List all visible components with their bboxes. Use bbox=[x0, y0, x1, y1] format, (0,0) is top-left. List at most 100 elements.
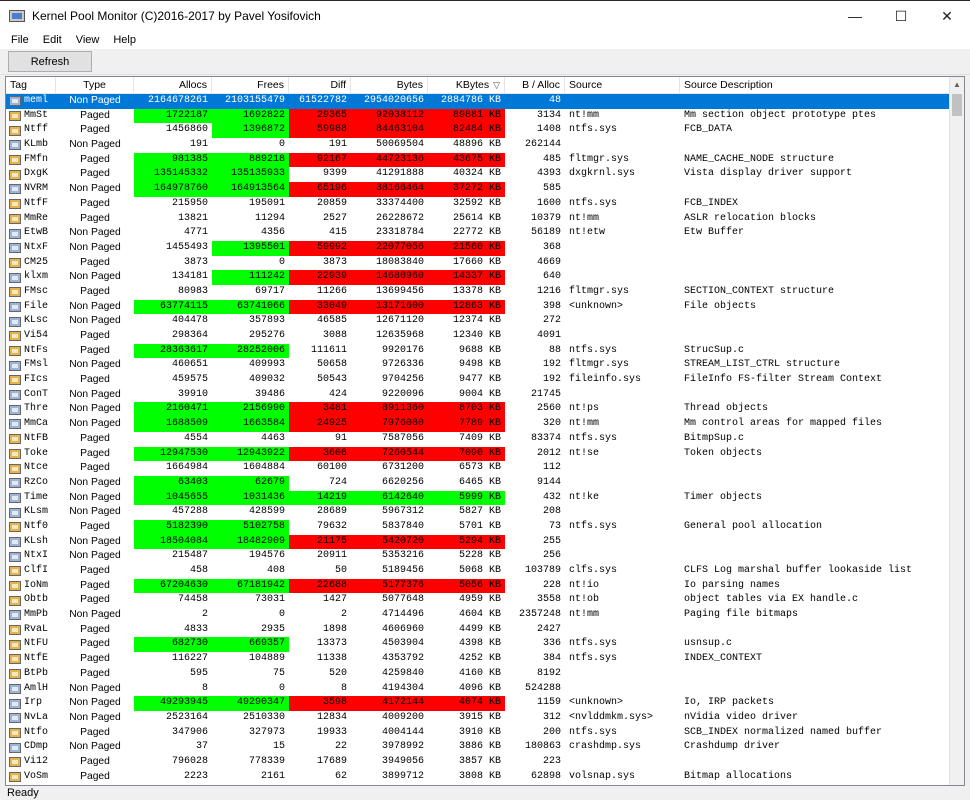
table-row[interactable]: Ntce Paged 1664984 1604884 60100 6731200 6573 … bbox=[6, 461, 950, 476]
diff-cell: 14219 bbox=[289, 490, 351, 506]
column-header-source[interactable]: Source bbox=[565, 77, 680, 94]
menu-file[interactable]: File bbox=[4, 34, 36, 46]
frees-cell: 18482909 bbox=[212, 534, 289, 550]
table-row[interactable]: meml Non Paged 2164678261 2103155479 6152278… bbox=[6, 94, 950, 109]
menu-view[interactable]: View bbox=[69, 34, 107, 46]
allocs-cell: 682730 bbox=[134, 637, 212, 653]
table-row[interactable]: Ntff Paged 1456860 1396872 59988 84463104 8248… bbox=[6, 123, 950, 139]
vertical-scrollbar[interactable]: ▲ bbox=[949, 77, 964, 785]
diff-cell: 415 bbox=[328, 227, 347, 239]
table-row[interactable]: FMsl Non Paged 460651 409993 50658 9726336 949… bbox=[6, 358, 950, 373]
table-row[interactable]: NtfF Paged 215950 195091 20859 33374400 32592 … bbox=[6, 197, 950, 212]
allocs-cell: 2523164 bbox=[165, 711, 208, 723]
scroll-thumb[interactable] bbox=[952, 94, 962, 116]
table-row[interactable]: Vi54 Paged 298364 295276 3088 12635968 12340 K… bbox=[6, 329, 950, 344]
tag-cell: NtfE bbox=[6, 652, 56, 667]
table-row[interactable]: IoNm Paged 67204630 67181942 22688 5177376 505… bbox=[6, 578, 950, 594]
table-row[interactable]: NVRM Non Paged 164978760 164913564 65196 3816… bbox=[6, 182, 950, 197]
table-row[interactable]: KLmb Non Paged 191 0 191 50069504 48896 KB 2621… bbox=[6, 138, 950, 153]
allocs-cell: 215950 bbox=[171, 197, 208, 209]
menu-edit[interactable]: Edit bbox=[36, 34, 69, 46]
table-row[interactable]: CM25 Paged 3873 0 3873 18083840 17660 KB 4669 bbox=[6, 256, 950, 271]
source-description-cell bbox=[680, 256, 950, 271]
column-header-bytes[interactable]: Bytes bbox=[351, 77, 428, 94]
kbytes-cell: 89881 KB bbox=[428, 108, 505, 124]
source-description-cell: object tables via EX handle.c bbox=[684, 594, 859, 606]
pool-tag-grid[interactable]: Tag Type Allocs Frees Diff Bytes KBytes ▽… bbox=[5, 76, 965, 786]
table-row[interactable]: DxgK Paged 135145332 135135933 9399 41291888 4… bbox=[6, 167, 950, 183]
pool-tag-icon bbox=[9, 272, 21, 283]
table-row[interactable]: VoSm Paged 2223 2161 62 3899712 3808 KB 62898 vo… bbox=[6, 770, 950, 785]
table-row[interactable]: BtPb Paged 595 75 520 4259840 4160 KB 8192 bbox=[6, 667, 950, 682]
scroll-up-arrow-icon[interactable]: ▲ bbox=[950, 77, 964, 92]
table-row[interactable]: Obtb Paged 74458 73031 1427 5077648 4959 KB 355… bbox=[6, 593, 950, 608]
table-row[interactable]: FMfn Paged 981385 889218 92167 44723136 43675 … bbox=[6, 152, 950, 168]
table-row[interactable]: NtxF Non Paged 1455493 1395501 59992 22077056… bbox=[6, 240, 950, 256]
table-row[interactable]: AmlH Non Paged 8 0 8 4194304 4096 KB 524288 bbox=[6, 682, 950, 697]
table-row[interactable]: MmPb Non Paged 2 0 2 4714496 4604 KB 2357248 nt!… bbox=[6, 608, 950, 623]
type-cell: Non Paged bbox=[69, 315, 121, 327]
diff-cell: 22 bbox=[334, 741, 347, 753]
table-row[interactable]: FIcs Paged 459575 409032 50543 9704256 9477 KB… bbox=[6, 373, 950, 388]
column-header-allocs[interactable]: Allocs bbox=[134, 77, 212, 94]
pool-tag-icon bbox=[9, 610, 21, 621]
table-row[interactable]: Ntfo Paged 347906 327973 19933 4004144 3910 KB… bbox=[6, 726, 950, 741]
menu-help[interactable]: Help bbox=[106, 34, 143, 46]
table-row[interactable]: NtFU Paged 682730 669357 13373 4503904 4398 KB… bbox=[6, 637, 950, 653]
title-bar[interactable]: Kernel Pool Monitor (C)2016-2017 by Pave… bbox=[0, 1, 970, 31]
column-header-diff[interactable]: Diff bbox=[289, 77, 351, 94]
table-row[interactable]: klxm Non Paged 134181 111242 22939 14680960 14… bbox=[6, 270, 950, 285]
frees-cell: 2935 bbox=[260, 623, 285, 635]
column-header-source-description[interactable]: Source Description bbox=[680, 77, 950, 94]
tag-text: MmCa bbox=[24, 418, 49, 430]
source-description-cell bbox=[680, 755, 950, 770]
table-row[interactable]: ClfI Paged 458 408 50 5189456 5068 KB 103789 clf… bbox=[6, 564, 950, 579]
source-description-cell bbox=[680, 623, 950, 638]
type-cell: Paged bbox=[80, 755, 110, 767]
table-row[interactable]: RvaL Paged 4833 2935 1898 4606960 4499 KB 2427 bbox=[6, 623, 950, 638]
tag-text: FMsc bbox=[24, 285, 49, 297]
source-cell: <nvlddmkm.sys> bbox=[569, 711, 654, 723]
table-row[interactable]: MmSt Paged 1722187 1692822 29365 92038112 8988… bbox=[6, 108, 950, 124]
column-header-kbytes[interactable]: KBytes ▽ bbox=[428, 77, 505, 94]
table-row[interactable]: File Non Paged 63774115 63741066 33049 131716… bbox=[6, 299, 950, 315]
table-row[interactable]: NtxI Non Paged 215487 194576 20911 5353216 522… bbox=[6, 549, 950, 564]
tag-text: klxm bbox=[24, 271, 49, 283]
table-row[interactable]: MmRe Paged 13821 11294 2527 26228672 25614 KB 1… bbox=[6, 212, 950, 227]
kbytes-cell: 6573 KB bbox=[458, 462, 501, 474]
pool-tag-icon bbox=[9, 463, 21, 474]
maximize-button[interactable]: ☐ bbox=[878, 1, 924, 31]
column-header-frees[interactable]: Frees bbox=[212, 77, 289, 94]
tag-cell: NtFs bbox=[6, 344, 56, 359]
table-row[interactable]: KLsm Non Paged 457288 428599 28689 5967312 582… bbox=[6, 505, 950, 520]
diff-cell: 1427 bbox=[322, 594, 347, 606]
table-row[interactable]: FMsc Paged 80983 69717 11266 13699456 13378 KB… bbox=[6, 285, 950, 300]
table-row[interactable]: NtFB Paged 4554 4463 91 7587056 7409 KB 83374 nt… bbox=[6, 432, 950, 447]
frees-cell: 195091 bbox=[248, 197, 285, 209]
table-row[interactable]: KLsh Non Paged 18504084 18482909 21175 542072… bbox=[6, 534, 950, 550]
column-header-tag[interactable]: Tag bbox=[6, 77, 56, 94]
minimize-button[interactable]: — bbox=[832, 1, 878, 31]
bytes-cell: 4503904 bbox=[381, 638, 424, 650]
table-row[interactable]: NtFs Paged 28363617 28252006 111611 9920176 96… bbox=[6, 343, 950, 359]
table-row[interactable]: CDmp Non Paged 37 15 22 3978992 3886 KB 180863 c… bbox=[6, 740, 950, 755]
table-row[interactable]: EtwB Non Paged 4771 4356 415 23318784 22772 KB… bbox=[6, 226, 950, 241]
table-row[interactable]: Thre Non Paged 2160471 2156990 3481 8911360 87… bbox=[6, 402, 950, 418]
kbytes-cell: 3910 KB bbox=[458, 726, 501, 738]
column-header-bytes-per-alloc[interactable]: B / Alloc bbox=[505, 77, 565, 94]
table-row[interactable]: Irp Non Paged 49293945 49290347 3598 4172144 4… bbox=[6, 696, 950, 711]
table-row[interactable]: MmCa Non Paged 1688509 1663584 24925 7976080 7… bbox=[6, 417, 950, 432]
close-button[interactable]: ✕ bbox=[924, 1, 970, 31]
source-description-cell: Io, IRP packets bbox=[684, 697, 775, 709]
table-row[interactable]: Vi12 Paged 796028 778339 17689 3949056 3857 KB… bbox=[6, 755, 950, 770]
column-header-type[interactable]: Type bbox=[56, 77, 134, 94]
table-row[interactable]: KLsc Non Paged 404478 357893 46585 12671120 12… bbox=[6, 314, 950, 329]
table-row[interactable]: NvLa Non Paged 2523164 2510330 12834 4009200 3… bbox=[6, 711, 950, 726]
table-row[interactable]: ConT Non Paged 39910 39486 424 9220096 9004 KB… bbox=[6, 388, 950, 403]
table-row[interactable]: Ntf0 Paged 5182390 5102758 79632 5837840 5701 … bbox=[6, 519, 950, 535]
table-row[interactable]: Toke Paged 12947530 12943922 3608 7260544 7090… bbox=[6, 446, 950, 462]
refresh-button[interactable]: Refresh bbox=[8, 51, 92, 72]
table-row[interactable]: NtfE Paged 116227 104889 11338 4353792 4252 KB… bbox=[6, 652, 950, 667]
table-row[interactable]: RzCo Non Paged 63403 62679 724 6620256 6465 KB… bbox=[6, 475, 950, 491]
table-row[interactable]: Time Non Paged 1045655 1031436 14219 6142640 5… bbox=[6, 490, 950, 506]
